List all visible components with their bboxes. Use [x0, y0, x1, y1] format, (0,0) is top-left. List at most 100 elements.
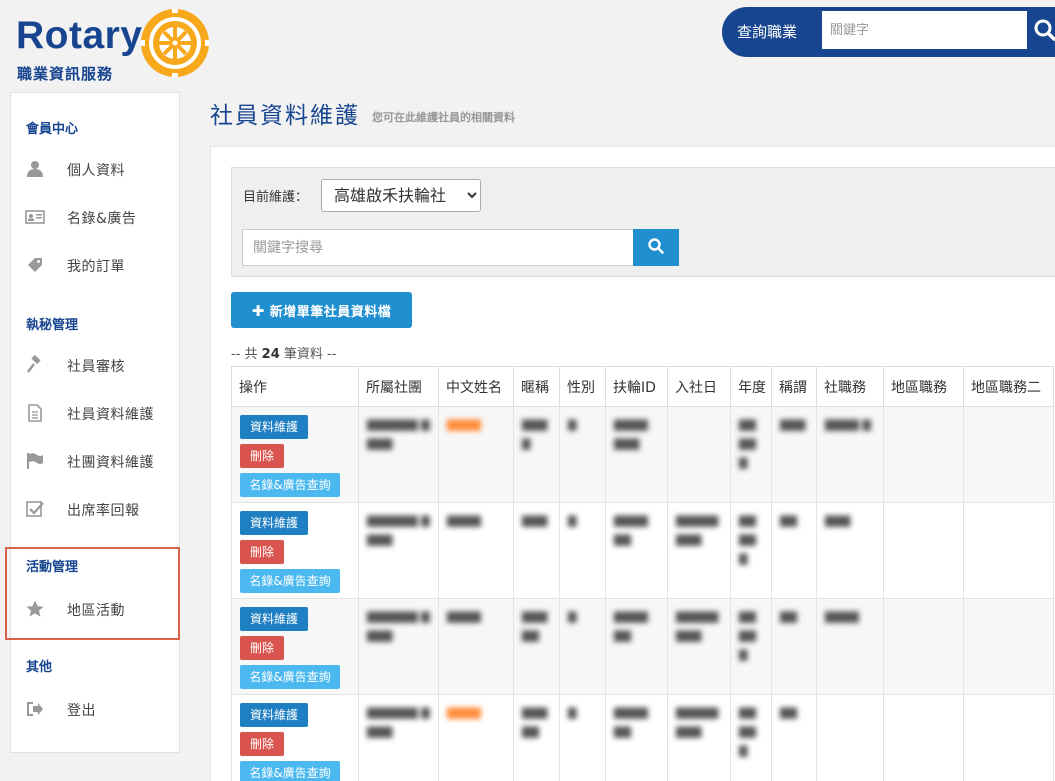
- top-search-input[interactable]: [822, 11, 1027, 49]
- cell-name: ▇▇▇▇: [438, 406, 514, 503]
- cell-club: ▇▇▇▇▇▇ ▇▇▇▇: [358, 694, 439, 781]
- search-icon: [648, 238, 664, 254]
- redacted-text: ▇▇▇: [825, 514, 851, 527]
- user-icon: [27, 161, 43, 177]
- sidebar-item-orders[interactable]: 我的訂單: [11, 249, 179, 281]
- column-header: 地區職務: [883, 366, 964, 407]
- keyword-search-button[interactable]: [633, 229, 679, 266]
- redacted-text: ▇▇▇▇: [447, 514, 481, 527]
- sign-out-icon: [27, 702, 43, 716]
- column-header: 扶輪ID: [605, 366, 668, 407]
- delete-member-button[interactable]: 刪除: [240, 732, 284, 756]
- edit-member-button[interactable]: 資料維護: [240, 607, 308, 631]
- flag-icon: [27, 453, 43, 469]
- tag-icon: [28, 258, 42, 272]
- column-header: 中文姓名: [438, 366, 514, 407]
- redacted-text: ▇▇▇: [780, 418, 806, 431]
- rotary-wheel-icon: [141, 9, 209, 77]
- cell-district-role-2: [963, 598, 1054, 695]
- redacted-text: ▇▇▇▇▇▇ ▇▇▇▇: [367, 418, 430, 450]
- cell-district-role-2: [963, 406, 1054, 503]
- sidebar-item-logout[interactable]: 登出: [11, 693, 179, 725]
- redacted-text: ▇▇ ▇▇▇: [739, 418, 756, 469]
- redacted-text: ▇▇ ▇▇▇: [739, 706, 756, 757]
- redacted-text: ▇: [568, 706, 577, 719]
- table-header-row: 操作 所屬社團 中文姓名 暱稱 性別 扶輪ID 入社日 年度 稱謂 社職務 地區…: [231, 366, 1054, 407]
- record-count: -- 共 24 筆資料 --: [231, 343, 336, 362]
- sidebar-section-other: 其他: [26, 660, 53, 675]
- directory-query-button[interactable]: 名錄&廣告查詢: [240, 761, 340, 781]
- edit-member-button[interactable]: 資料維護: [240, 415, 308, 439]
- column-header: 操作: [231, 366, 359, 407]
- cell-district-role: [883, 502, 964, 599]
- sidebar-item-member-review[interactable]: 社員審核: [11, 349, 179, 381]
- delete-member-button[interactable]: 刪除: [240, 444, 284, 468]
- cell-year: ▇▇ ▇▇▇: [730, 406, 772, 503]
- delete-member-button[interactable]: 刪除: [240, 636, 284, 660]
- table-row: 資料維護 刪除 名錄&廣告查詢 ▇▇▇▇▇▇ ▇▇▇▇ ▇▇▇▇ ▇▇▇ ▇ ▇…: [231, 406, 1054, 503]
- sidebar-section-secretary: 執秘管理: [26, 318, 79, 333]
- redacted-text: ▇▇: [780, 706, 797, 719]
- page-subtitle: 您可在此維護社員的相關資料: [372, 111, 515, 124]
- cell-join: ▇▇▇▇▇ ▇▇▇: [667, 694, 731, 781]
- keyword-search-input[interactable]: [242, 229, 634, 266]
- sidebar-item-club-data[interactable]: 社團資料維護: [11, 445, 179, 477]
- top-search-label: 查詢職業: [737, 23, 798, 41]
- edit-member-button[interactable]: 資料維護: [240, 703, 308, 727]
- add-member-button[interactable]: ✚ 新增單筆社員資料檔: [231, 292, 412, 328]
- delete-member-button[interactable]: 刪除: [240, 540, 284, 564]
- search-icon[interactable]: [1031, 13, 1055, 49]
- cell-title: ▇▇: [771, 694, 817, 781]
- row-actions: 資料維護 刪除 名錄&廣告查詢: [231, 502, 359, 599]
- cell-name: ▇▇▇▇: [438, 502, 514, 599]
- cell-nick: ▇▇▇ ▇▇: [513, 694, 560, 781]
- redacted-text: ▇▇: [780, 514, 797, 527]
- directory-query-button[interactable]: 名錄&廣告查詢: [240, 665, 340, 689]
- redacted-text: ▇▇▇▇▇▇ ▇▇▇▇: [367, 706, 430, 738]
- column-header: 社職務: [816, 366, 884, 407]
- sidebar-item-label: 個人資料: [67, 163, 125, 179]
- directory-query-button[interactable]: 名錄&廣告查詢: [240, 473, 340, 497]
- cell-rid: ▇▇▇▇ ▇▇: [605, 598, 668, 695]
- cell-name: ▇▇▇▇: [438, 694, 514, 781]
- row-actions: 資料維護 刪除 名錄&廣告查詢: [231, 406, 359, 503]
- cell-nick: ▇▇▇: [513, 502, 560, 599]
- redacted-text: ▇▇▇: [522, 514, 548, 527]
- cell-year: ▇▇ ▇▇▇: [730, 694, 772, 781]
- logo-wordmark: Rotary: [16, 14, 143, 57]
- redacted-text: ▇: [568, 610, 577, 623]
- check-square-icon: [26, 501, 44, 517]
- cell-gender: ▇: [559, 694, 606, 781]
- sidebar-section-member: 會員中心: [26, 122, 79, 137]
- cell-join: ▇▇▇▇▇ ▇▇▇: [667, 502, 731, 599]
- directory-query-button[interactable]: 名錄&廣告查詢: [240, 569, 340, 593]
- cell-rid: ▇▇▇▇ ▇▇: [605, 694, 668, 781]
- club-select[interactable]: 高雄啟禾扶輪社: [321, 179, 481, 212]
- highlight-box: [5, 547, 180, 640]
- sidebar-item-profile[interactable]: 個人資料: [11, 153, 179, 185]
- redacted-text: ▇▇▇▇: [447, 706, 481, 719]
- rotary-logo[interactable]: Rotary 職業資訊服務: [14, 6, 214, 86]
- redacted-text: ▇▇▇▇▇ ▇▇▇: [676, 514, 719, 546]
- sidebar-item-label: 我的訂單: [67, 259, 125, 275]
- table-row: 資料維護 刪除 名錄&廣告查詢 ▇▇▇▇▇▇ ▇▇▇▇ ▇▇▇▇ ▇▇▇ ▇▇ …: [231, 598, 1054, 695]
- cell-year: ▇▇ ▇▇▇: [730, 502, 772, 599]
- id-card-icon: [25, 210, 45, 224]
- edit-member-button[interactable]: 資料維護: [240, 511, 308, 535]
- sidebar-item-directory[interactable]: 名錄&廣告: [11, 201, 179, 233]
- cell-join: ▇▇▇▇▇ ▇▇▇: [667, 598, 731, 695]
- redacted-text: ▇: [568, 514, 577, 527]
- cell-district-role-2: [963, 694, 1054, 781]
- page-title: 社員資料維護: [210, 103, 360, 129]
- row-actions: 資料維護 刪除 名錄&廣告查詢: [231, 694, 359, 781]
- redacted-text: ▇▇▇▇ ▇▇: [614, 514, 648, 546]
- redacted-text: ▇▇▇▇▇▇ ▇▇▇▇: [367, 610, 430, 642]
- sidebar-item-member-data[interactable]: 社員資料維護: [11, 397, 179, 429]
- main-panel: 目前維護： 高雄啟禾扶輪社 ✚ 新增單筆社員資料檔 -- 共 24 筆資料 --: [210, 146, 1055, 781]
- sidebar-item-attendance[interactable]: 出席率回報: [11, 493, 179, 525]
- column-header: 地區職務二: [963, 366, 1054, 407]
- redacted-text: ▇▇ ▇▇▇: [739, 514, 756, 565]
- redacted-text: ▇▇▇▇ ▇: [825, 418, 871, 431]
- cell-name: ▇▇▇▇: [438, 598, 514, 695]
- cell-club: ▇▇▇▇▇▇ ▇▇▇▇: [358, 598, 439, 695]
